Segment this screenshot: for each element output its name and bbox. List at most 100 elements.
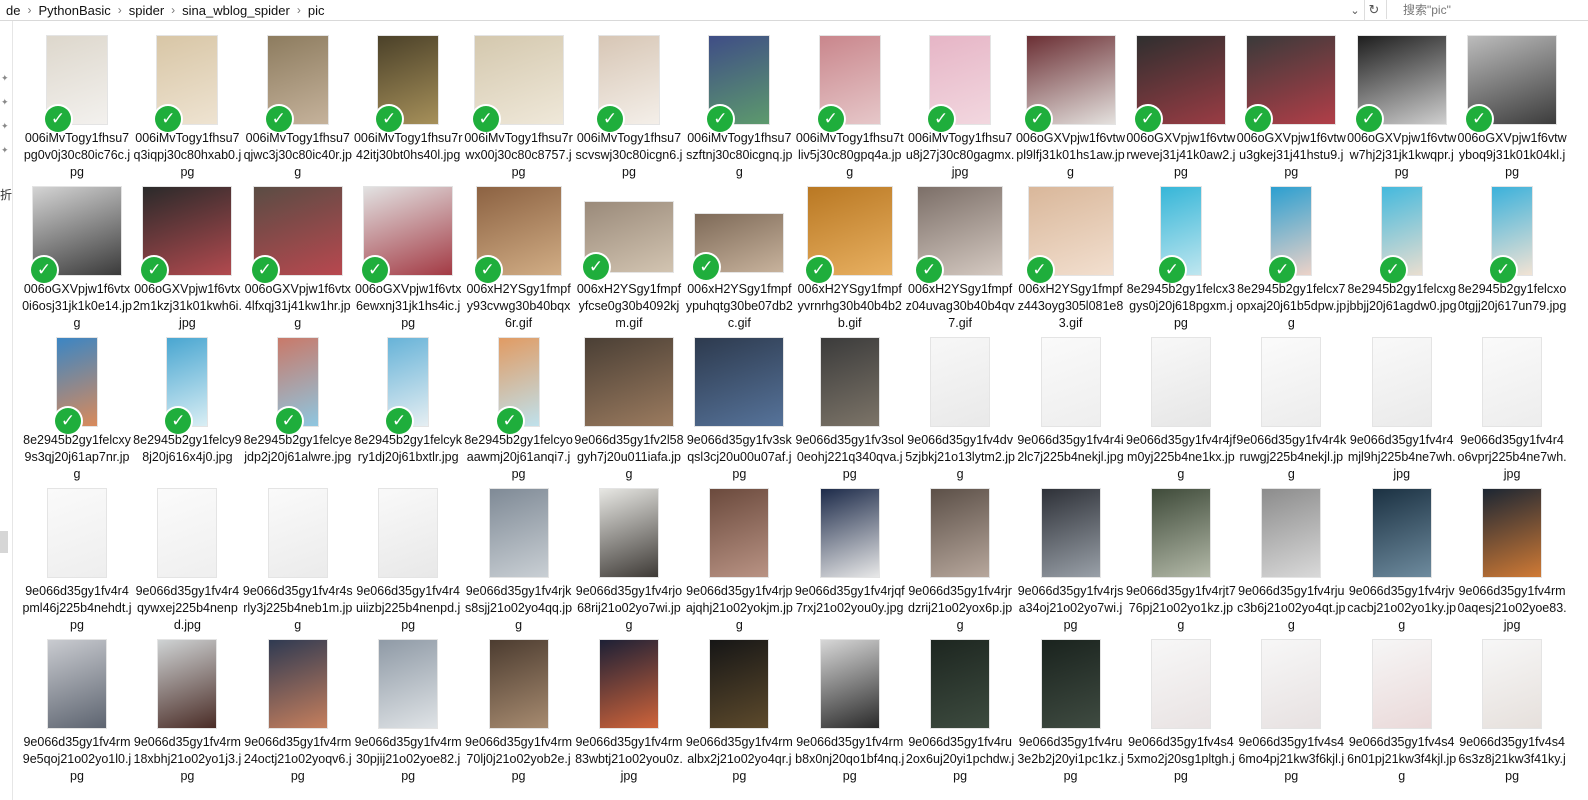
file-item[interactable]: ✓ 8e2945b2gy1felcykry1dj20j61bxtlr.jpg <box>353 335 463 486</box>
file-item[interactable]: 9e066d35gy1fv4dv5zjbkj21o13lytm2.jpg <box>905 335 1015 486</box>
file-item[interactable]: 9e066d35gy1fv4r4srly3j225b4neb1m.jpg <box>243 486 353 637</box>
file-item[interactable]: ✓ 006iMvTogy1fhsu7rwx00j30c80c8757.jpg <box>464 33 574 184</box>
file-item[interactable]: 9e066d35gy1fv4rjsa34oj21o02yo7wi.jpg <box>1016 486 1126 637</box>
file-item[interactable]: 9e066d35gy1fv4ru2ox6uj20yi1pchdw.jpg <box>905 637 1015 788</box>
file-item[interactable]: ✓ 006oGXVpjw1f6vtww7hj2j31jk1kwqpr.jpg <box>1347 33 1457 184</box>
file-item[interactable]: 9e066d35gy1fv4rmalbx2j21o02yo4qr.jpg <box>684 637 794 788</box>
file-item[interactable]: 9e066d35gy1fv4rm70lj0j21o02yob2e.jpg <box>464 637 574 788</box>
file-item[interactable]: 9e066d35gy1fv4s46s3z8j21kw3f41ky.jpg <box>1457 637 1567 788</box>
file-item[interactable]: 9e066d35gy1fv4rjrdzrij21o02yox6p.jpg <box>905 486 1015 637</box>
checkmark-icon: ✓ <box>1269 257 1296 283</box>
file-item[interactable]: 9e066d35gy1fv4r4pml46j225b4nehdt.jpg <box>22 486 132 637</box>
file-item[interactable]: ✓ 006iMvTogy1fhsu7u8j27j30c80gagmx.jpg <box>905 33 1015 184</box>
file-item[interactable]: ✓ 006iMvTogy1fhsu7q3iqpj30c80hxab0.jpg <box>132 33 242 184</box>
file-item[interactable]: ✓ 006iMvTogy1fhsu7qjwc3j30c80ic40r.jpg <box>243 33 353 184</box>
file-item[interactable]: ✓ 006iMvTogy1fhsu7tliv5j30c80gpq4a.jpg <box>795 33 905 184</box>
file-item[interactable]: 9e066d35gy1fv4s46n01pj21kw3f4kjl.jpg <box>1347 637 1457 788</box>
file-item[interactable]: ✓ 006oGXVpjw1f6vtx4lfxqj31j41kw1hr.jpg <box>243 184 353 335</box>
thumbnail-image <box>158 489 217 577</box>
file-item[interactable]: 9e066d35gy1fv4rjpajqhj21o02yokjm.jpg <box>684 486 794 637</box>
file-item[interactable]: 9e066d35gy1fv4s45xmo2j20sg1pltgh.jpg <box>1126 637 1236 788</box>
file-item[interactable]: 9e066d35gy1fv4rm0aqesj21o02yoe83.jpg <box>1457 486 1567 637</box>
file-item[interactable]: ✓ 006oGXVpjw1f6vtwu3gkej31j41hstu9.jpg <box>1236 33 1346 184</box>
thumbnail-image <box>584 338 673 426</box>
breadcrumb-item[interactable]: de <box>0 3 26 18</box>
checkmark-icon: ✓ <box>916 257 943 283</box>
file-item[interactable]: ✓ 006iMvTogy1fhsu7pg0v0j30c80ic76c.jpg <box>22 33 132 184</box>
file-name: 9e066d35gy1fv4rjks8sjj21o02yo4qq.jpg <box>465 584 573 632</box>
file-item[interactable]: ✓ 006oGXVpjw1f6vtwyboq9j31k01k04kl.jpg <box>1457 33 1567 184</box>
breadcrumb-item[interactable]: PythonBasic <box>32 3 116 18</box>
file-item[interactable]: ✓ 8e2945b2gy1felcx3gys0j20j618pgxm.jpg <box>1126 184 1236 335</box>
file-item[interactable]: ✓ 006iMvTogy1fhsu7szftnj30c80icgnq.jpg <box>684 33 794 184</box>
file-item[interactable]: 9e066d35gy1fv4rmb8x0nj20qo1bf4nq.jpg <box>795 637 905 788</box>
checkmark-icon: ✓ <box>1466 106 1493 132</box>
history-dropdown-icon[interactable]: ⌄ <box>1348 0 1362 20</box>
scrollbar-thumb[interactable] <box>0 531 8 553</box>
file-item[interactable]: 9e066d35gy1fv4rjvcacbj21o02yo1ky.jpg <box>1347 486 1457 637</box>
file-item[interactable]: 9e066d35gy1fv3sol0eohj221q340qva.jpg <box>795 335 905 486</box>
file-item[interactable]: ✓ 006xH2YSgy1fmpfy93cvwg30b40bqx6r.gif <box>464 184 574 335</box>
file-item[interactable]: ✓ 006oGXVpjw1f6vtwrwevej31j41k0aw2.jpg <box>1126 33 1236 184</box>
file-item[interactable]: ✓ 006oGXVpjw1f6vtx0i6osj31jk1k0e14.jpg <box>22 184 132 335</box>
file-item[interactable]: 9e066d35gy1fv4rm9e5qoj21o02yo1l0.jpg <box>22 637 132 788</box>
file-item[interactable]: ✓ 006iMvTogy1fhsu7scvswj30c80icgn6.jpg <box>574 33 684 184</box>
file-item[interactable]: 9e066d35gy1fv4rm24octj21o02yoqv6.jpg <box>243 637 353 788</box>
file-item[interactable]: ✓ 006xH2YSgy1fmpfyvrnrhg30b40b4b2b.gif <box>795 184 905 335</box>
file-item[interactable]: 9e066d35gy1fv4r4jfm0yj225b4ne1kx.jpg <box>1126 335 1236 486</box>
nav-item-label[interactable]: 折 <box>0 186 12 203</box>
refresh-icon[interactable]: ↻ <box>1364 0 1383 20</box>
file-item[interactable]: 9e066d35gy1fv4ru3e2b2j20yi1pc1kz.jpg <box>1016 637 1126 788</box>
checkmark-icon: ✓ <box>251 257 278 283</box>
file-item[interactable]: ✓ 006oGXVpjw1f6vtwpl9lfj31k01hs1aw.jpg <box>1016 33 1126 184</box>
file-item[interactable]: ✓ 006xH2YSgy1fmpfypuhqtg30be07db2c.gif <box>684 184 794 335</box>
file-item[interactable]: 9e066d35gy1fv4rm30pjij21o02yoe82.jpg <box>353 637 463 788</box>
file-name: 9e066d35gy1fv3skqsl3cj20u00u07af.jpg <box>686 433 792 481</box>
file-item[interactable]: 9e066d35gy1fv4rjo68rij21o02yo7wi.jpg <box>574 486 684 637</box>
file-item[interactable]: ✓ 8e2945b2gy1felcxy9s3qj20j61ap7nr.jpg <box>22 335 132 486</box>
file-name: 8e2945b2gy1felcx7opxaj20j61b5dpw.jpg <box>1236 282 1347 330</box>
file-name: 9e066d35gy1fv4rm30pjij21o02yoe82.jpg <box>354 735 462 783</box>
file-item[interactable]: 9e066d35gy1fv4r4uiizbj225b4nenpd.jpg <box>353 486 463 637</box>
file-item[interactable]: 9e066d35gy1fv4r4qywxej225b4nenpd.jpg <box>132 486 242 637</box>
thumbnail-image <box>1372 338 1431 426</box>
breadcrumb-item[interactable]: pic <box>302 3 331 18</box>
file-item[interactable]: 9e066d35gy1fv4r4o6vprj225b4ne7wh.jpg <box>1457 335 1567 486</box>
file-item[interactable]: 9e066d35gy1fv4r4mjl9hj225b4ne7wh.jpg <box>1347 335 1457 486</box>
file-item[interactable]: 9e066d35gy1fv3skqsl3cj20u00u07af.jpg <box>684 335 794 486</box>
breadcrumb-item[interactable]: sina_wblog_spider <box>176 3 296 18</box>
file-item[interactable]: 9e066d35gy1fv4r4kruwgj225b4nekjl.jpg <box>1236 335 1346 486</box>
file-item[interactable]: ✓ 8e2945b2gy1felcy98j20j616x4j0.jpg <box>132 335 242 486</box>
file-name: 9e066d35gy1fv4rjvcacbj21o02yo1ky.jpg <box>1347 584 1457 632</box>
file-item[interactable]: ✓ 006oGXVpjw1f6vtx2m1kzj31k01kwh6i.jpg <box>132 184 242 335</box>
file-item[interactable]: 9e066d35gy1fv4s46mo4pj21kw3f6kjl.jpg <box>1236 637 1346 788</box>
file-item[interactable]: ✓ 006xH2YSgy1fmpfz443oyg305l081e83.gif <box>1016 184 1126 335</box>
file-item[interactable]: 9e066d35gy1fv2l58gyh7j20u011iafa.jpg <box>574 335 684 486</box>
checkmark-icon: ✓ <box>1355 106 1382 132</box>
file-name: 9e066d35gy1fv4rm70lj0j21o02yob2e.jpg <box>465 735 573 783</box>
file-item[interactable]: ✓ 8e2945b2gy1felcxgjbbjj20j61agdw0.jpg <box>1347 184 1457 335</box>
file-item[interactable]: 9e066d35gy1fv4rm83wbtj21o02you0z.jpg <box>574 637 684 788</box>
file-item[interactable]: ✓ 8e2945b2gy1felcyejdp2j20j61alwre.jpg <box>243 335 353 486</box>
file-name: 9e066d35gy1fv4r4srly3j225b4neb1m.jpg <box>242 584 353 632</box>
checkmark-icon: ✓ <box>472 106 499 132</box>
thumbnail-image <box>599 489 658 577</box>
file-item[interactable]: ✓ 8e2945b2gy1felcx7opxaj20j61b5dpw.jpg <box>1236 184 1346 335</box>
file-item[interactable]: ✓ 006xH2YSgy1fmpfyfcse0g30b4092kjm.gif <box>574 184 684 335</box>
thumbnail-image <box>1372 489 1431 577</box>
file-item[interactable]: 9e066d35gy1fv4rjks8sjj21o02yo4qq.jpg <box>464 486 574 637</box>
thumbnail-image <box>820 338 879 426</box>
search-input[interactable] <box>1386 0 1588 19</box>
file-item[interactable]: ✓ 006oGXVpjw1f6vtx6ewxnj31jk1hs4ic.jpg <box>353 184 463 335</box>
file-item[interactable]: 9e066d35gy1fv4rm18xbhj21o02yo1j3.jpg <box>132 637 242 788</box>
file-item[interactable]: ✓ 006xH2YSgy1fmpfz04uvag30b40b4qv7.gif <box>905 184 1015 335</box>
checkmark-icon: ✓ <box>1245 106 1272 132</box>
file-item[interactable]: 9e066d35gy1fv4rjuc3b6j21o02yo4qt.jpg <box>1236 486 1346 637</box>
file-item[interactable]: ✓ 006iMvTogy1fhsu7r42itj30bt0hs40l.jpg <box>353 33 463 184</box>
file-item[interactable]: 9e066d35gy1fv4rjt776pj21o02yo1kz.jpg <box>1126 486 1236 637</box>
file-item[interactable]: ✓ 8e2945b2gy1felcyoaawmj20j61anqi7.jpg <box>464 335 574 486</box>
file-item[interactable]: 9e066d35gy1fv4rjqf7rxj21o02you0y.jpg <box>795 486 905 637</box>
breadcrumb-item[interactable]: spider <box>123 3 170 18</box>
file-item[interactable]: 9e066d35gy1fv4r4i2lc7j225b4nekjl.jpg <box>1016 335 1126 486</box>
file-item[interactable]: ✓ 8e2945b2gy1felcxo0tgjj20j617un79.jpg <box>1457 184 1567 335</box>
